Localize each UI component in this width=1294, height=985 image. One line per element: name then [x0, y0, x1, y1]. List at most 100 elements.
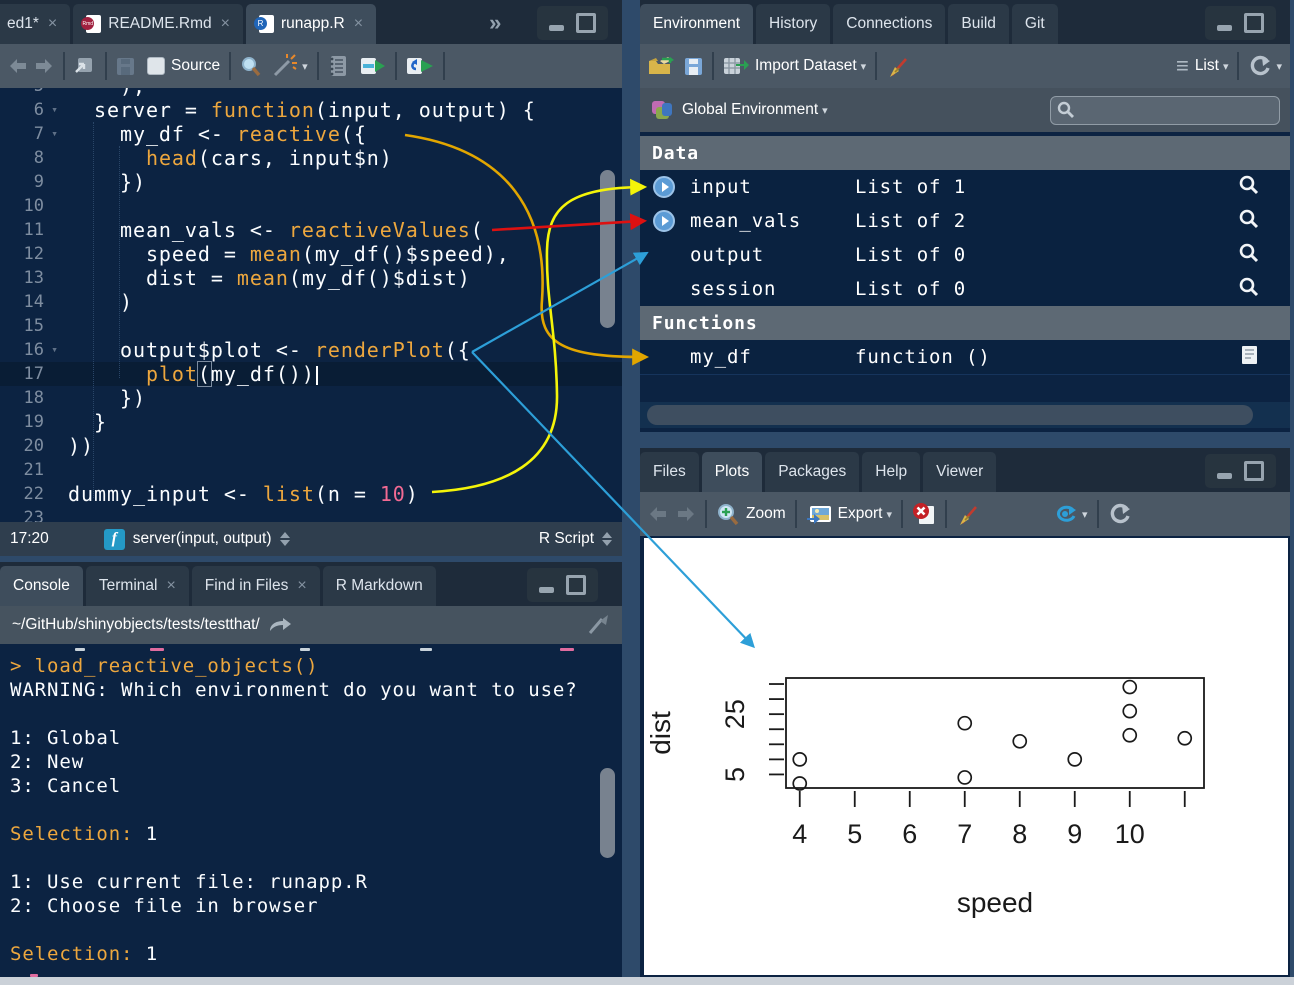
next-plot-icon[interactable] [676, 506, 696, 522]
tab-help[interactable]: Help [862, 452, 920, 492]
back-icon[interactable] [8, 58, 28, 74]
fold-toggle-icon[interactable]: ▾ [44, 98, 66, 122]
code-line[interactable]: 5 ), [0, 88, 622, 98]
maximize-icon[interactable] [1244, 461, 1264, 481]
doc-type-selector-icon[interactable] [602, 532, 612, 546]
code-tools-caret-icon[interactable]: ▾ [302, 60, 308, 73]
environment-object-row[interactable]: outputList of 0 [640, 238, 1290, 273]
tab-untitled[interactable]: ed1* × [0, 4, 70, 44]
publish-caret-icon[interactable]: ▾ [1082, 508, 1088, 521]
environment-object-row[interactable]: my_dffunction () [640, 340, 1290, 375]
tab-runapp-r[interactable]: R runapp.R × [246, 4, 376, 44]
fold-toggle-icon[interactable]: ▾ [44, 122, 66, 146]
plots-tab-bar: Files Plots Packages Help Viewer [640, 448, 1290, 492]
scope-selector-icon[interactable] [280, 532, 290, 546]
rerun-icon[interactable] [406, 56, 434, 76]
code-text: ), [66, 88, 146, 98]
code-tools-icon[interactable] [272, 54, 298, 78]
find-replace-icon[interactable] [240, 55, 262, 77]
tab-plots[interactable]: Plots [702, 452, 762, 492]
remove-plot-icon[interactable] [912, 502, 936, 526]
line-number: 5 [0, 88, 44, 98]
tab-viewer[interactable]: Viewer [923, 452, 996, 492]
tab-files[interactable]: Files [640, 452, 699, 492]
environment-object-row[interactable]: mean_valsList of 2 [640, 204, 1290, 239]
code-text: output$plot <- renderPlot({ [66, 338, 471, 362]
clear-console-icon[interactable] [586, 613, 610, 637]
scrollbar-thumb[interactable] [647, 405, 1253, 425]
console-output[interactable]: > load_reactive_objects()WARNING: Which … [0, 648, 622, 977]
tab-find-in-files[interactable]: Find in Files × [192, 566, 320, 606]
data-point [958, 717, 971, 730]
r-file-icon: R [259, 15, 274, 33]
console-window-buttons [527, 568, 598, 602]
fold-toggle-icon[interactable]: ▾ [44, 338, 66, 362]
object-name: session [690, 278, 776, 300]
tab-terminal[interactable]: Terminal × [86, 566, 189, 606]
tab-r-markdown[interactable]: R Markdown [323, 566, 436, 606]
close-icon[interactable]: × [48, 15, 57, 33]
run-icon[interactable] [360, 56, 386, 76]
environment-horizontal-scrollbar[interactable] [640, 402, 1290, 428]
export-caret-icon[interactable]: ▾ [886, 508, 892, 521]
close-icon[interactable]: × [221, 15, 230, 33]
tab-label: Help [875, 463, 907, 481]
line-number: 17 [0, 362, 44, 386]
zoom-plot-icon[interactable] [716, 502, 740, 526]
minimize-icon[interactable] [1217, 473, 1232, 479]
export-plot-icon[interactable] [806, 504, 832, 524]
close-icon[interactable]: × [297, 577, 306, 595]
more-tabs-icon[interactable]: » [489, 10, 499, 36]
refresh-plot-icon[interactable] [1108, 503, 1132, 525]
zoom-plot-label[interactable]: Zoom [746, 505, 786, 523]
export-plot-label[interactable]: Export [838, 505, 883, 523]
expand-icon[interactable] [652, 175, 676, 204]
forward-icon[interactable] [34, 58, 54, 74]
tab-packages[interactable]: Packages [765, 452, 859, 492]
console-line: Selection: 1 [10, 822, 602, 846]
tab-label: README.Rmd [108, 15, 211, 33]
clear-plots-icon[interactable] [956, 501, 982, 527]
tab-readme-rmd[interactable]: Rmd README.Rmd × [73, 4, 243, 44]
save-icon[interactable] [116, 57, 135, 76]
clipped-text-fragment [420, 648, 432, 651]
line-number: 8 [0, 146, 44, 170]
previous-plot-icon[interactable] [648, 506, 668, 522]
minimize-icon[interactable] [539, 587, 554, 593]
compile-notebook-icon[interactable] [328, 55, 348, 77]
function-scope-label[interactable]: server(input, output) [133, 530, 272, 548]
console-line: WARNING: Which environment do you want t… [10, 678, 602, 702]
tab-console[interactable]: Console [0, 566, 83, 606]
console-tab-bar: Console Terminal × Find in Files × R Mar… [0, 562, 622, 606]
code-line[interactable]: 23 [0, 506, 622, 522]
source-on-save-checkbox[interactable] [147, 57, 165, 75]
object-value: function () [855, 346, 991, 368]
inspect-icon[interactable] [1238, 174, 1260, 201]
expand-icon[interactable] [652, 209, 676, 238]
inspect-icon[interactable] [1238, 242, 1260, 269]
code-text: mean_vals <- reactiveValues( [66, 218, 484, 242]
close-icon[interactable]: × [166, 577, 175, 595]
plots-window-buttons [1205, 454, 1276, 488]
environment-object-row[interactable]: inputList of 1 [640, 170, 1290, 205]
goto-directory-icon[interactable] [268, 617, 292, 633]
inspect-icon[interactable] [1238, 276, 1260, 303]
close-icon[interactable]: × [354, 15, 363, 33]
open-in-new-window-icon[interactable] [74, 56, 96, 76]
code-editor[interactable]: 5 ),6▾ server = function(input, output) … [0, 88, 622, 522]
maximize-icon[interactable] [576, 13, 596, 33]
code-line[interactable]: 6▾ server = function(input, output) { [0, 98, 622, 122]
line-number: 12 [0, 242, 44, 266]
doc-type-label[interactable]: R Script [539, 530, 594, 548]
environment-object-row[interactable]: sessionList of 0 [640, 272, 1290, 307]
maximize-icon[interactable] [566, 575, 586, 595]
inspect-icon[interactable] [1238, 208, 1260, 235]
minimize-icon[interactable] [549, 25, 564, 31]
line-number: 11 [0, 218, 44, 242]
console-vertical-scrollbar[interactable] [600, 768, 615, 858]
publish-icon[interactable] [1052, 503, 1078, 525]
console-line [10, 918, 602, 942]
editor-vertical-scrollbar[interactable] [600, 170, 615, 328]
view-source-icon[interactable] [1240, 344, 1260, 371]
plots-pane: Files Plots Packages Help Viewer Zoom Ex… [640, 448, 1290, 977]
